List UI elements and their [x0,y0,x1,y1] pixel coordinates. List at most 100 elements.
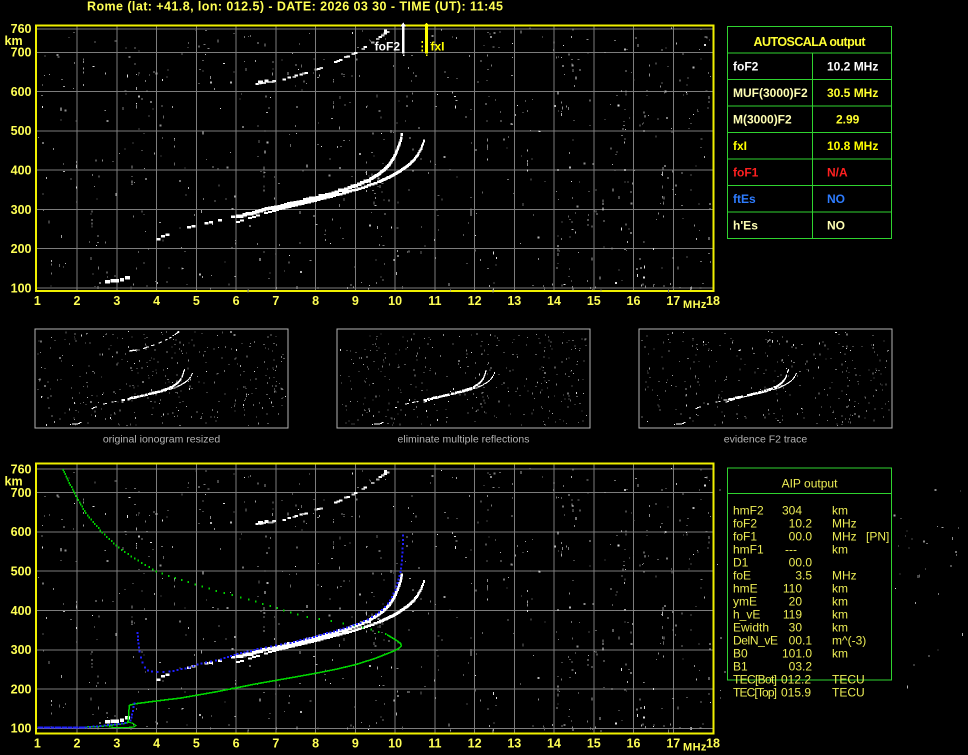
svg-text:300: 300 [11,203,32,217]
svg-text:03.2: 03.2 [789,660,813,674]
svg-text:MHz: MHz [683,742,707,754]
svg-text:---: --- [785,543,797,557]
svg-text:1: 1 [34,737,41,751]
svg-text:15: 15 [587,737,601,751]
svg-text:110: 110 [783,582,802,596]
svg-text:AUTOSCALA output: AUTOSCALA output [754,35,867,49]
svg-text:TEC[Top]: TEC[Top] [733,686,777,700]
svg-text:MHz: MHz [683,299,707,311]
svg-text:12: 12 [468,294,482,308]
svg-text:km: km [832,621,848,635]
svg-text:00.0: 00.0 [789,529,813,543]
svg-text:foF1: foF1 [733,166,759,180]
svg-text:15: 15 [587,294,601,308]
svg-text:500: 500 [11,124,32,138]
svg-text:Ewidth: Ewidth [733,621,769,635]
svg-text:5: 5 [193,294,200,308]
svg-text:300: 300 [11,643,32,657]
svg-text:AIP output: AIP output [782,476,838,490]
svg-text:hmE: hmE [733,582,758,596]
svg-text:h'Es: h'Es [733,219,758,233]
svg-text:B0: B0 [733,647,748,661]
svg-text:14: 14 [547,737,561,751]
svg-text:12: 12 [468,737,482,751]
svg-text:101.0: 101.0 [782,647,812,661]
svg-text:eliminate multiple reflections: eliminate multiple reflections [398,434,530,446]
svg-text:400: 400 [11,604,32,618]
svg-text:MUF(3000)F2: MUF(3000)F2 [733,86,808,100]
svg-text:200: 200 [11,242,32,256]
svg-text:D1: D1 [733,556,749,570]
svg-text:30: 30 [789,621,803,635]
svg-text:400: 400 [11,164,32,178]
svg-text:M(3000)F2: M(3000)F2 [733,113,792,127]
svg-text:6: 6 [233,294,240,308]
svg-text:MHz: MHz [832,516,857,530]
svg-text:MHz: MHz [832,529,857,543]
svg-text:2.99: 2.99 [836,113,860,127]
svg-text:km: km [5,474,23,488]
svg-text:km: km [832,608,848,622]
svg-text:500: 500 [11,565,32,579]
svg-text:evidence F2 trace: evidence F2 trace [724,434,808,446]
svg-text:hmF1: hmF1 [733,543,764,557]
svg-text:100: 100 [11,722,32,736]
svg-text:h_vE: h_vE [733,608,760,622]
svg-text:14: 14 [547,294,561,308]
svg-text:original ionogram resized: original ionogram resized [103,434,220,446]
svg-text:012.2: 012.2 [781,673,811,687]
svg-text:fxI: fxI [733,139,747,153]
svg-text:fxI: fxI [431,40,445,54]
svg-text:foF1: foF1 [733,529,757,543]
svg-text:hmF2: hmF2 [733,503,764,517]
svg-text:ftEs: ftEs [733,192,756,206]
svg-text:NO: NO [827,219,845,233]
svg-text:200: 200 [11,682,32,696]
svg-text:m^(-3): m^(-3) [832,634,866,648]
svg-text:km: km [832,647,848,661]
svg-text:4: 4 [153,294,160,308]
svg-text:3: 3 [113,294,120,308]
svg-text:ymE: ymE [733,595,757,609]
svg-text:[PN]: [PN] [866,529,889,543]
svg-text:10.8 MHz: 10.8 MHz [827,139,878,153]
svg-text:TECU: TECU [832,686,865,700]
svg-text:Rome (lat: +41.8, lon: 012.5): Rome (lat: +41.8, lon: 012.5) - DATE: 20… [87,0,503,13]
svg-text:16: 16 [627,737,641,751]
svg-text:B1: B1 [733,660,748,674]
svg-text:TECU: TECU [832,673,865,687]
svg-text:2: 2 [74,737,81,751]
svg-text:20: 20 [789,595,803,609]
svg-text:km: km [832,503,848,517]
svg-text:100: 100 [11,281,32,295]
svg-text:3: 3 [113,737,120,751]
svg-text:11: 11 [428,294,441,308]
svg-text:600: 600 [11,85,32,99]
svg-text:9: 9 [352,737,359,751]
svg-text:18: 18 [706,294,720,308]
svg-text:10.2: 10.2 [789,516,813,530]
svg-text:16: 16 [627,294,641,308]
svg-text:600: 600 [11,525,32,539]
svg-text:10.2 MHz: 10.2 MHz [827,60,878,74]
svg-text:3.5: 3.5 [795,569,812,583]
svg-text:5: 5 [193,737,200,751]
svg-text:km: km [832,595,848,609]
svg-text:foF2: foF2 [733,60,759,74]
svg-text:30.5 MHz: 30.5 MHz [827,86,878,100]
svg-text:2: 2 [74,294,81,308]
svg-text:00.1: 00.1 [789,634,813,648]
svg-text:13: 13 [507,294,521,308]
svg-text:1: 1 [34,294,41,308]
svg-text:km: km [5,34,23,48]
svg-text:304: 304 [782,503,802,517]
svg-text:18: 18 [706,737,720,751]
svg-text:6: 6 [233,737,240,751]
svg-text:NO: NO [827,192,845,206]
svg-text:015.9: 015.9 [781,686,811,700]
svg-text:km: km [832,582,848,596]
svg-text:MHz: MHz [832,569,857,583]
svg-text:10: 10 [388,294,402,308]
svg-text:foF2: foF2 [733,516,757,530]
svg-text:km: km [832,543,848,557]
